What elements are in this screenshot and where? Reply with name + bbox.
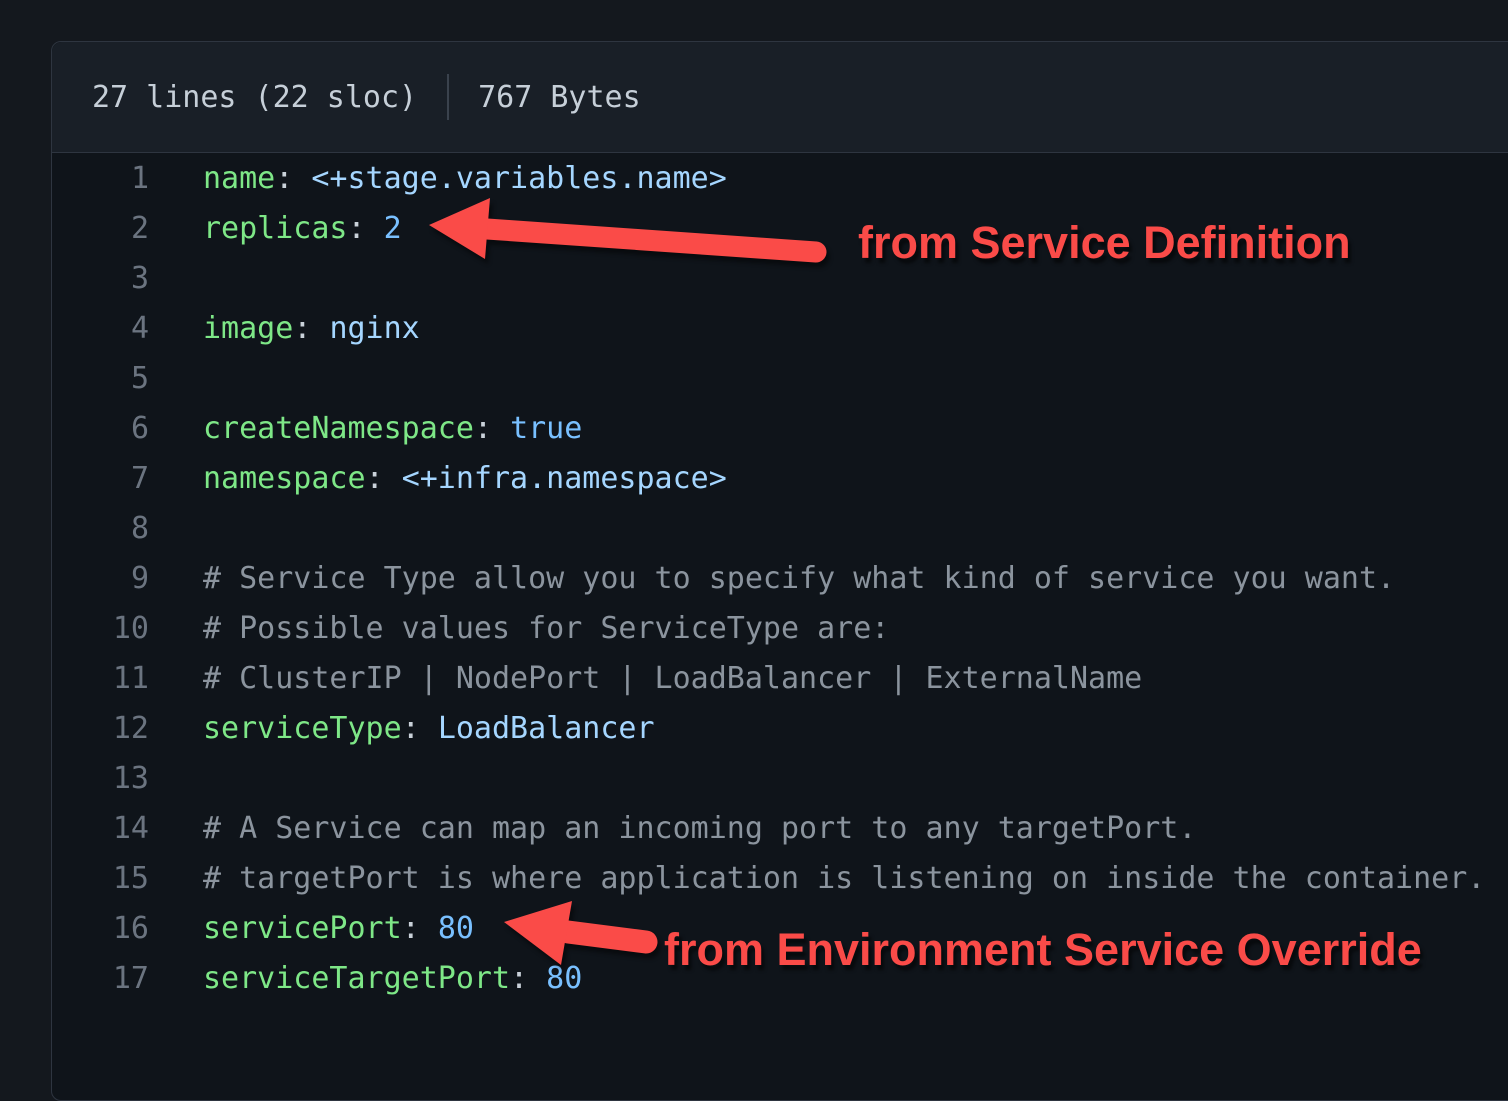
line-number[interactable]: 17 [52,961,149,996]
line-source: # ClusterIP | NodePort | LoadBalancer | … [149,661,1142,696]
token-punct: : [348,211,384,246]
token-key: replicas [203,211,348,246]
line-source: servicePort: 80 [149,911,474,946]
line-number[interactable]: 12 [52,711,149,746]
annotation-environment-service-override: from Environment Service Override [664,925,1422,975]
token-key: serviceType [203,711,402,746]
line-number[interactable]: 15 [52,861,149,896]
line-number[interactable]: 1 [52,161,149,196]
line-number[interactable]: 8 [52,511,149,546]
token-key: namespace [203,461,366,496]
annotation-service-definition: from Service Definition [858,218,1351,268]
code-line: 13 [52,753,1508,803]
file-lines-count: 27 lines (22 sloc) [92,80,417,115]
code-line: 5 [52,353,1508,403]
token-comment: # A Service can map an incoming port to … [203,811,1196,846]
token-key: image [203,311,293,346]
token-punct: : [275,161,311,196]
token-punct: : [510,961,546,996]
line-source: serviceType: LoadBalancer [149,711,655,746]
line-number[interactable]: 6 [52,411,149,446]
code-line: 6createNamespace: true [52,403,1508,453]
line-number[interactable]: 5 [52,361,149,396]
line-source: image: nginx [149,311,420,346]
token-key: serviceTargetPort [203,961,510,996]
file-header-bar: 27 lines (22 sloc) 767 Bytes [52,42,1508,153]
code-line: 9 # Service Type allow you to specify wha… [52,553,1508,603]
token-string: <+stage.variables.name> [311,161,726,196]
line-source: namespace: <+infra.namespace> [149,461,727,496]
code-line: 8 [52,503,1508,553]
token-punct: : [474,411,510,446]
line-number[interactable]: 16 [52,911,149,946]
line-number[interactable]: 13 [52,761,149,796]
line-number[interactable]: 11 [52,661,149,696]
code-line: 11 # ClusterIP | NodePort | LoadBalancer … [52,653,1508,703]
token-number: true [510,411,582,446]
line-number[interactable]: 9 [52,561,149,596]
line-source: # Service Type allow you to specify what… [149,561,1395,596]
line-number[interactable]: 2 [52,211,149,246]
code-line: 12serviceType: LoadBalancer [52,703,1508,753]
line-number[interactable]: 7 [52,461,149,496]
line-source: # A Service can map an incoming port to … [149,811,1196,846]
line-number[interactable]: 10 [52,611,149,646]
line-number[interactable]: 3 [52,261,149,296]
line-number[interactable]: 4 [52,311,149,346]
token-punct: : [366,461,402,496]
token-number: 80 [438,911,474,946]
token-string: <+infra.namespace> [402,461,727,496]
code-line: 4image: nginx [52,303,1508,353]
token-punct: : [402,711,438,746]
code-line: 7namespace: <+infra.namespace> [52,453,1508,503]
token-key: servicePort [203,911,402,946]
token-number: 2 [384,211,402,246]
line-source: serviceTargetPort: 80 [149,961,582,996]
line-source: name: <+stage.variables.name> [149,161,727,196]
code-line: 14 # A Service can map an incoming port t… [52,803,1508,853]
token-comment: # ClusterIP | NodePort | LoadBalancer | … [203,661,1142,696]
line-source: # Possible values for ServiceType are: [149,611,889,646]
line-source: # targetPort is where application is lis… [149,861,1485,896]
token-string: nginx [329,311,419,346]
token-comment: # targetPort is where application is lis… [203,861,1485,896]
token-comment: # Service Type allow you to specify what… [203,561,1395,596]
code-line: 10 # Possible values for ServiceType are: [52,603,1508,653]
code-line: 15 # targetPort is where application is l… [52,853,1508,903]
token-punct: : [402,911,438,946]
line-source: replicas: 2 [149,211,402,246]
token-key: name [203,161,275,196]
token-key: createNamespace [203,411,474,446]
token-punct: : [293,311,329,346]
token-number: 80 [546,961,582,996]
token-comment: # Possible values for ServiceType are: [203,611,889,646]
line-number[interactable]: 14 [52,811,149,846]
header-divider [447,74,449,120]
token-string: LoadBalancer [438,711,655,746]
line-source: createNamespace: true [149,411,582,446]
code-line: 1name: <+stage.variables.name> [52,153,1508,203]
code-lines: 1name: <+stage.variables.name>2replicas:… [52,153,1508,1003]
file-size: 767 Bytes [478,80,641,115]
